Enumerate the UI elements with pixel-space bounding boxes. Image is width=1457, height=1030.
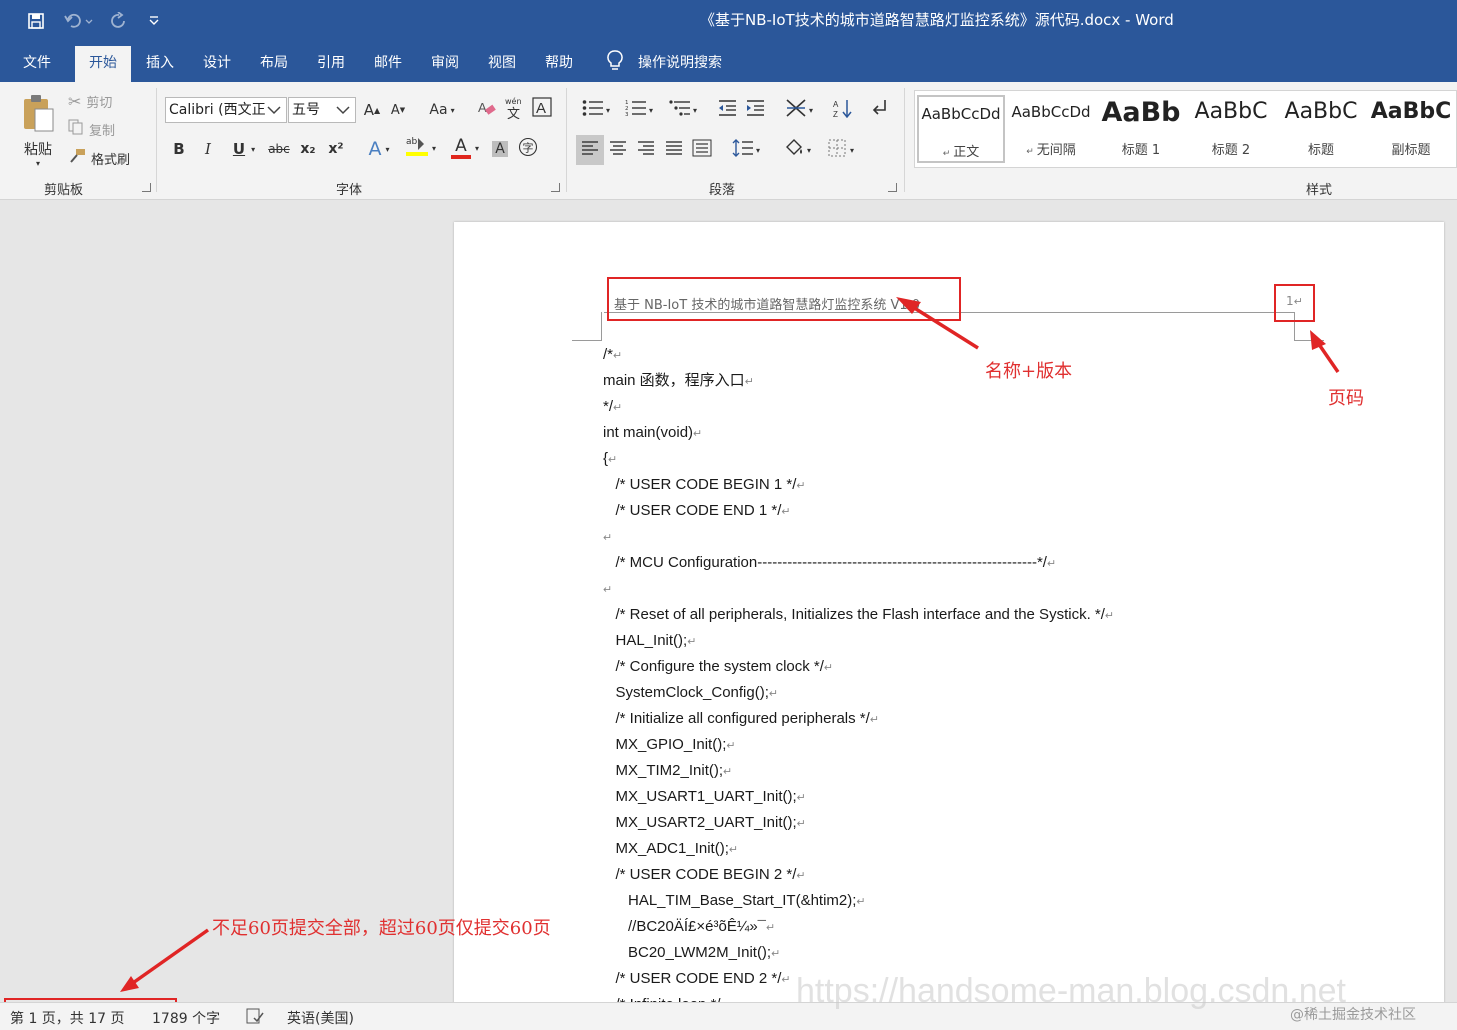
annotation-page-code: 页码: [1328, 388, 1364, 409]
annotation-submit-rule: 不足60页提交全部，超过60页仅提交60页: [212, 918, 551, 939]
annotation-name-version: 名称+版本: [985, 361, 1073, 382]
site-watermark: @稀土掘金技术社区: [1290, 1007, 1416, 1023]
language-status[interactable]: 英语(美国): [287, 1008, 354, 1028]
annotation-arrows: [120, 297, 1340, 992]
proofing-icon[interactable]: [246, 1008, 264, 1028]
page-count-status[interactable]: 第 1 页，共 17 页: [10, 1008, 125, 1028]
word-count-status[interactable]: 1789 个字: [152, 1008, 220, 1028]
url-watermark: https://handsome-man.blog.csdn.net: [796, 972, 1346, 1010]
